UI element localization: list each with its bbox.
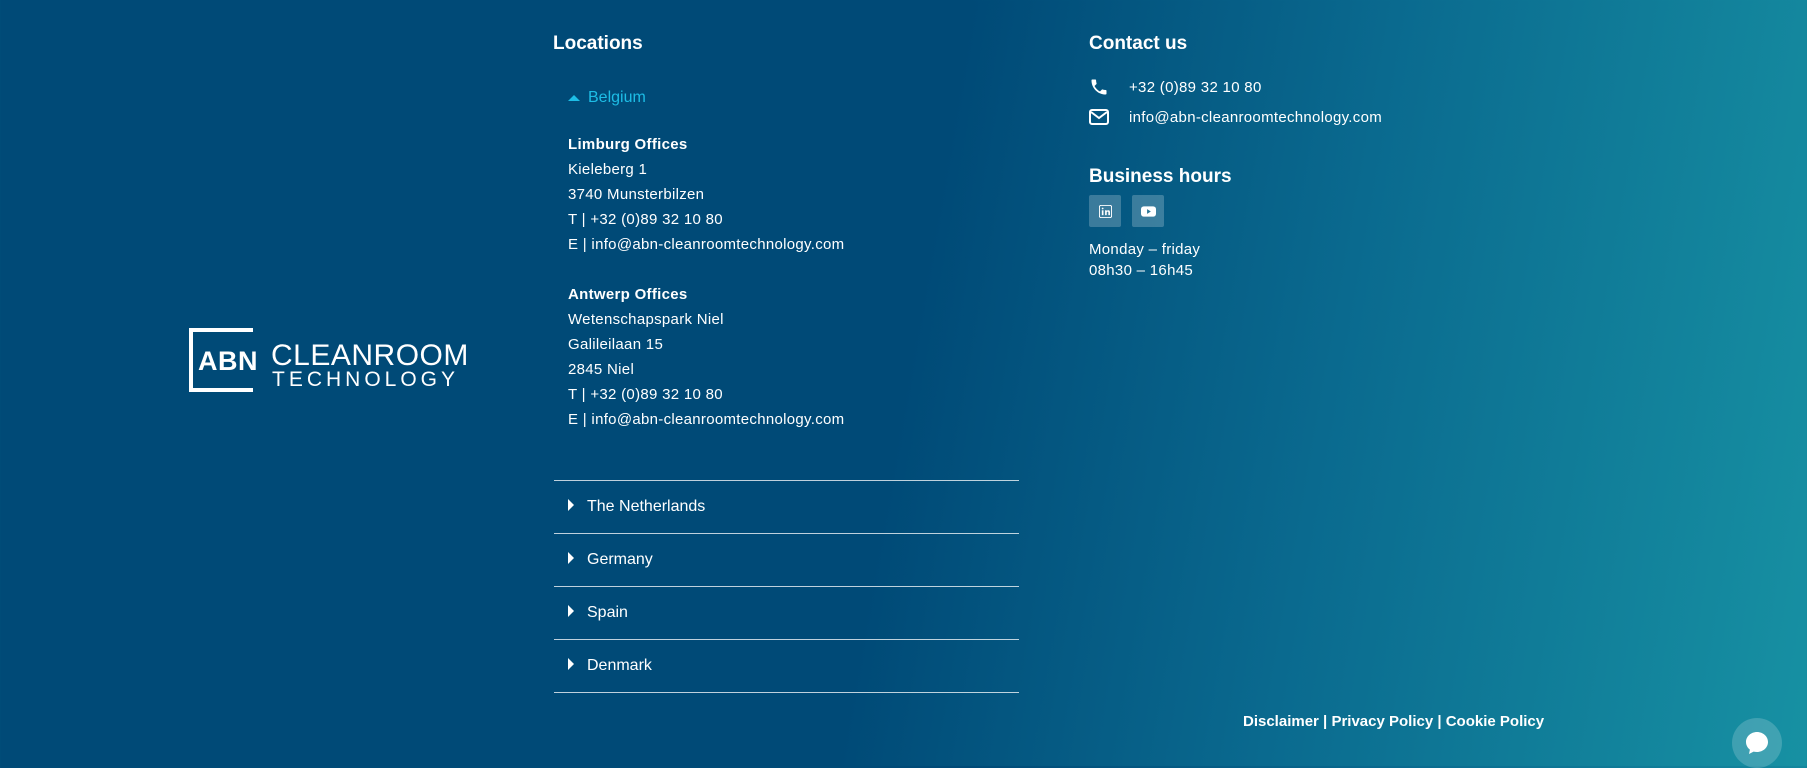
envelope-icon [1089,107,1109,127]
accordion-toggle-belgium[interactable]: Belgium [568,89,646,107]
chat-icon [1746,732,1768,754]
legal-separator: | [1433,713,1446,730]
caret-right-icon [568,605,574,617]
caret-right-icon [568,552,574,564]
office-address-line: Galileilaan 15 [568,336,664,353]
business-hours-heading: Business hours [1089,166,1232,187]
office-address-line: 3740 Munsterbilzen [568,186,705,203]
office-antwerp: Antwerp Offices Wetenschapspark Niel Gal… [568,282,844,432]
accordion-label: The Netherlands [587,498,706,515]
caret-right-icon [568,658,574,670]
office-phone: T | +32 (0)89 32 10 80 [568,211,723,228]
office-address-line: Kieleberg 1 [568,161,648,178]
youtube-icon [1140,205,1156,217]
business-days: Monday – friday [1089,241,1201,258]
accordion-label-belgium: Belgium [588,89,646,106]
contact-phone-link[interactable]: +32 (0)89 32 10 80 [1089,77,1262,97]
accordion-toggle-spain[interactable]: Spain [554,586,1019,639]
accordion-label: Denmark [587,657,652,674]
locations-accordion: The Netherlands Germany Spain Denmark [554,480,1019,693]
youtube-button[interactable] [1132,195,1164,227]
office-title: Limburg Offices [568,136,688,153]
accordion-toggle-netherlands[interactable]: The Netherlands [554,480,1019,533]
contact-email-text: info@abn-cleanroomtechnology.com [1129,108,1383,126]
linkedin-button[interactable] [1089,195,1121,227]
accordion-label: Germany [587,551,653,568]
linkedin-icon [1098,204,1112,218]
caret-up-icon [568,95,580,101]
contact-phone-text: +32 (0)89 32 10 80 [1129,78,1262,96]
accordion-toggle-germany[interactable]: Germany [554,533,1019,586]
legal-links: Disclaimer | Privacy Policy | Cookie Pol… [1243,713,1544,730]
social-links [1089,195,1164,227]
logo-abn-text: ABN [198,346,258,376]
office-phone: T | +32 (0)89 32 10 80 [568,386,723,403]
cookie-policy-link[interactable]: Cookie Policy [1446,713,1544,730]
business-hours-text: Monday – friday 08h30 – 16h45 [1089,239,1200,281]
office-address-line: Wetenschapspark Niel [568,311,724,328]
office-limburg: Limburg Offices Kieleberg 1 3740 Munster… [568,132,844,257]
privacy-policy-link[interactable]: Privacy Policy [1331,713,1433,730]
office-email: E | info@abn-cleanroomtechnology.com [568,236,845,253]
office-email: E | info@abn-cleanroomtechnology.com [568,411,845,428]
office-address-line: 2845 Niel [568,361,635,378]
logo-technology-text: TECHNOLOGY [272,368,460,391]
office-title: Antwerp Offices [568,286,688,303]
contact-email-link[interactable]: info@abn-cleanroomtechnology.com [1089,107,1382,127]
company-logo[interactable]: ABN CLEANROOM TECHNOLOGY [189,328,468,400]
phone-icon [1089,77,1109,97]
chat-launcher-button[interactable] [1732,718,1782,768]
belgium-offices-panel: Limburg Offices Kieleberg 1 3740 Munster… [568,132,844,457]
accordion-label: Spain [587,604,628,621]
accordion-toggle-denmark[interactable]: Denmark [554,639,1019,693]
business-time: 08h30 – 16h45 [1089,262,1193,279]
disclaimer-link[interactable]: Disclaimer [1243,713,1319,730]
contact-heading: Contact us [1089,33,1188,54]
locations-heading: Locations [553,33,643,54]
caret-right-icon [568,499,574,511]
legal-separator: | [1318,713,1332,730]
